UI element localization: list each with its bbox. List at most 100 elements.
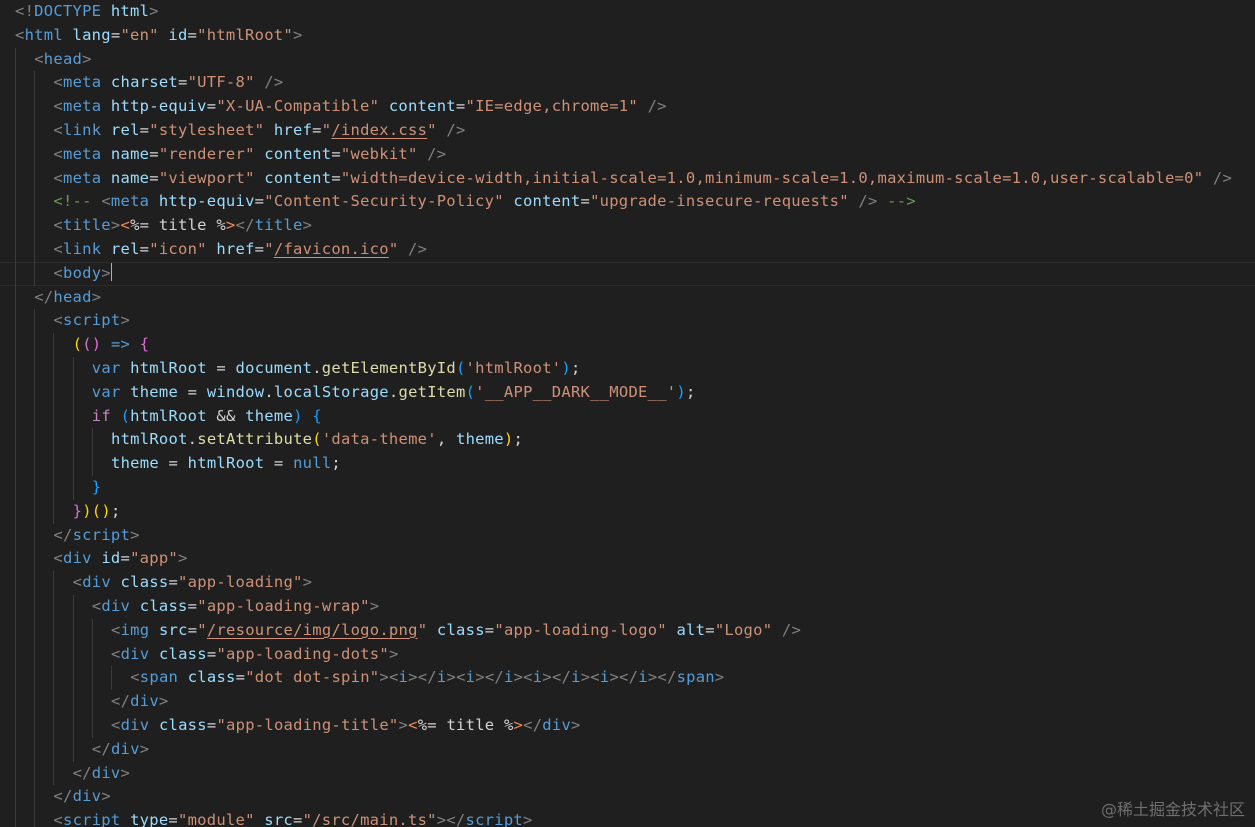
code-line[interactable]: <meta name="viewport" content="width=dev… xyxy=(0,166,1255,191)
code-token: "dot dot-spin" xyxy=(245,668,380,687)
code-token: "app-loading-wrap" xyxy=(197,597,370,615)
code-token: = xyxy=(206,716,217,734)
indent-guide xyxy=(34,190,36,215)
code-line[interactable]: <div id="app"> xyxy=(0,547,1255,572)
code-line[interactable]: </script> xyxy=(0,523,1255,548)
code-token: div xyxy=(82,573,111,592)
code-token: null xyxy=(293,454,332,473)
code-line[interactable]: <span class="dot dot-spin"><i></i><i></i… xyxy=(0,666,1255,691)
code-line[interactable]: <script type="module" src="/src/main.ts"… xyxy=(0,809,1255,827)
indent-guide xyxy=(15,452,16,476)
code-line[interactable]: } xyxy=(0,476,1255,500)
indent-guide xyxy=(53,476,55,500)
code-token: = xyxy=(139,121,150,139)
code-line[interactable]: <!-- <meta http-equiv="Content-Security-… xyxy=(0,190,1255,215)
code-token: img xyxy=(120,620,150,639)
indent-guide xyxy=(34,404,36,429)
code-line[interactable]: <body> xyxy=(0,261,1255,286)
code-token: http-equiv xyxy=(158,192,255,211)
code-token: div xyxy=(62,549,92,568)
code-token: . xyxy=(312,359,322,377)
code-line[interactable]: htmlRoot.setAttribute('data-theme', them… xyxy=(0,428,1255,453)
indent-guide xyxy=(53,714,55,738)
code-token: 'data-theme' xyxy=(321,430,437,449)
code-text: <link rel="stylesheet" href="/index.css"… xyxy=(53,119,465,143)
indent-guide xyxy=(72,380,74,405)
code-line[interactable]: </div> xyxy=(0,761,1255,786)
indent-guide xyxy=(15,309,16,334)
indent-guide xyxy=(34,119,36,143)
code-line[interactable]: })(); xyxy=(0,499,1255,524)
code-line[interactable]: <link rel="icon" href="/favicon.ico" /> xyxy=(0,238,1255,262)
code-line[interactable]: <script> xyxy=(0,309,1255,334)
code-line[interactable]: <head> xyxy=(0,47,1255,72)
code-token: < xyxy=(53,121,63,139)
code-token: alt xyxy=(676,620,706,639)
indent-guide xyxy=(72,404,74,429)
code-line[interactable]: <meta charset="UTF-8" /> xyxy=(0,71,1255,96)
code-line[interactable]: <meta name="renderer" content="webkit" /… xyxy=(0,142,1255,167)
code-token: <! xyxy=(15,2,35,20)
indent-guide xyxy=(15,571,16,595)
code-token: "Logo" xyxy=(714,620,773,639)
code-token: >< xyxy=(379,668,399,687)
code-token: { xyxy=(139,335,150,354)
code-token: < xyxy=(53,73,63,92)
indent-guide xyxy=(72,618,74,643)
code-token: ></ xyxy=(647,668,677,687)
code-token: i xyxy=(465,668,476,687)
code-token: theme xyxy=(111,454,159,473)
code-token: . xyxy=(187,430,198,449)
code-line[interactable]: if (htmlRoot && theme) { xyxy=(0,404,1255,429)
code-token: = xyxy=(168,573,179,592)
code-line[interactable]: <link rel="stylesheet" href="/index.css"… xyxy=(0,119,1255,143)
code-line[interactable]: <div class="app-loading-title"><%= title… xyxy=(0,714,1255,738)
code-line[interactable]: <!DOCTYPE html> xyxy=(0,0,1255,24)
code-text: </script> xyxy=(53,524,139,548)
code-token: "viewport" xyxy=(158,168,255,187)
code-token: div xyxy=(120,716,150,734)
code-line[interactable]: var theme = window.localStorage.getItem(… xyxy=(0,380,1255,405)
code-token: ; xyxy=(570,359,581,377)
code-editor[interactable]: <!DOCTYPE html> <html lang="en" id="htmlR… xyxy=(0,0,1255,827)
code-token: --> xyxy=(877,192,916,211)
code-line[interactable]: <title><%= title %></title> xyxy=(0,214,1255,238)
code-token: name xyxy=(110,168,150,187)
code-token: = xyxy=(177,73,188,92)
code-token: => xyxy=(110,335,131,354)
code-line[interactable]: </div> xyxy=(0,785,1255,810)
code-token: " xyxy=(197,620,207,639)
code-token: href xyxy=(273,121,313,139)
indent-guide xyxy=(34,214,36,238)
indent-guide xyxy=(53,571,55,595)
code-line[interactable]: (() => { xyxy=(0,333,1255,357)
code-line[interactable]: </div> xyxy=(0,737,1255,762)
code-line[interactable]: <meta http-equiv="X-UA-Compatible" conte… xyxy=(0,95,1255,119)
code-line[interactable]: theme = htmlRoot = null; xyxy=(0,452,1255,476)
code-line[interactable]: <img src="/resource/img/logo.png" class=… xyxy=(0,618,1255,643)
code-token: class xyxy=(139,597,188,615)
indent-guide xyxy=(34,476,36,500)
code-token: < xyxy=(72,573,83,592)
code-line[interactable]: <div class="app-loading"> xyxy=(0,571,1255,595)
code-text: <body> xyxy=(53,262,112,286)
code-text: </div> xyxy=(111,690,169,714)
code-line[interactable]: </div> xyxy=(0,690,1255,714)
code-line[interactable]: <html lang="en" id="htmlRoot"> xyxy=(0,24,1255,48)
code-token: ( xyxy=(120,406,131,425)
indent-guide xyxy=(34,309,36,334)
code-line[interactable]: var htmlRoot = document.getElementById('… xyxy=(0,357,1255,381)
code-text: <div class="app-loading-dots"> xyxy=(111,643,399,667)
code-line[interactable]: <div class="app-loading-wrap"> xyxy=(0,595,1255,619)
code-line[interactable]: </head> xyxy=(0,285,1255,310)
code-token: < xyxy=(53,549,63,568)
code-line[interactable]: <div class="app-loading-dots"> xyxy=(0,642,1255,667)
indent-guide xyxy=(15,785,16,810)
